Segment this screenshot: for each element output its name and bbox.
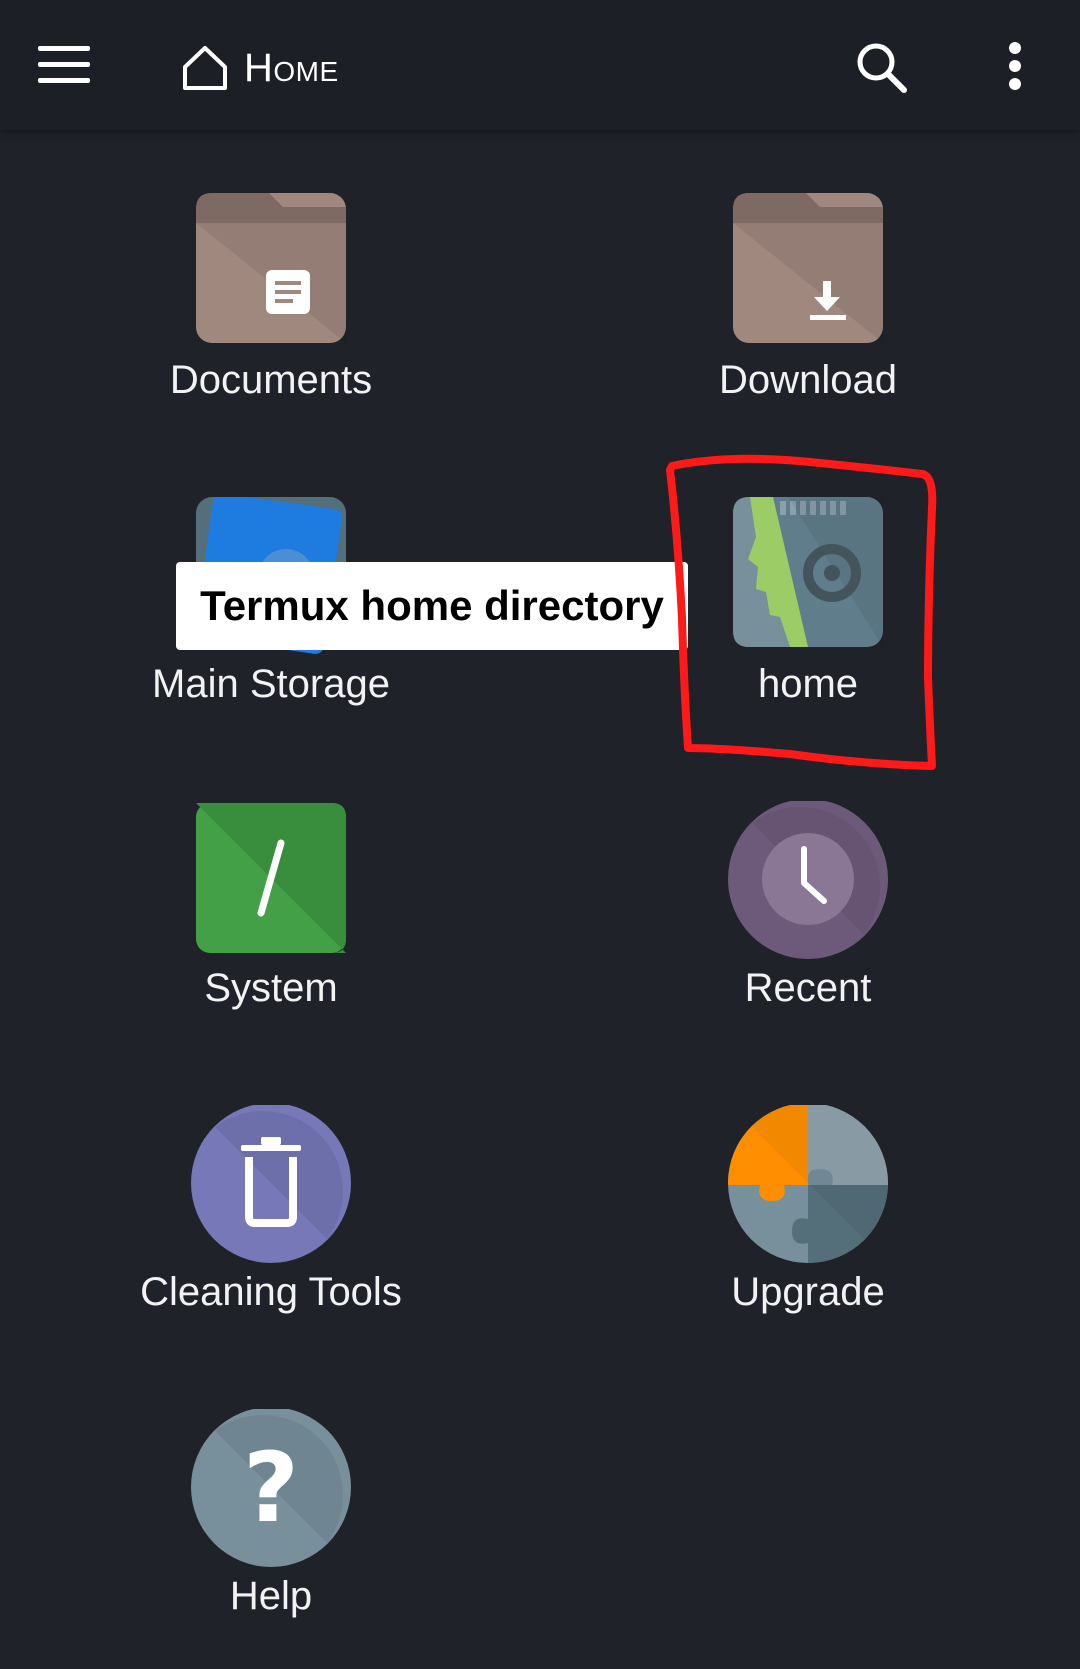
trash-icon xyxy=(191,1105,351,1265)
tile-label: Download xyxy=(719,358,897,402)
tile-documents[interactable]: Documents xyxy=(71,193,471,453)
search-icon[interactable] xyxy=(852,38,912,98)
tile-cleaning-tools[interactable]: Cleaning Tools xyxy=(71,1105,471,1365)
help-question-icon: ? xyxy=(191,1409,351,1569)
hamburger-menu-icon[interactable] xyxy=(34,40,94,90)
tile-label: Upgrade xyxy=(731,1270,885,1314)
tile-download[interactable]: Download xyxy=(608,193,1008,453)
tile-upgrade[interactable]: Upgrade xyxy=(608,1105,1008,1365)
tile-recent[interactable]: Recent xyxy=(608,801,1008,1061)
tile-label: Recent xyxy=(744,966,872,1010)
tile-help[interactable]: ? Help xyxy=(71,1409,471,1669)
system-root-icon xyxy=(191,801,351,961)
tile-label: Documents xyxy=(169,358,373,402)
documents-folder-icon xyxy=(191,193,351,353)
app-bar: Home xyxy=(0,0,1080,130)
page-title: Home xyxy=(180,40,339,96)
svg-text:?: ? xyxy=(243,1432,299,1544)
tile-label: Help xyxy=(229,1574,313,1618)
tile-label: home xyxy=(757,662,859,706)
page-title-text: Home xyxy=(244,45,339,90)
tooltip: Termux home directory xyxy=(176,562,688,650)
download-folder-icon xyxy=(728,193,888,353)
puzzle-icon xyxy=(728,1105,888,1265)
more-vertical-icon[interactable] xyxy=(1000,38,1030,98)
home-outline-icon xyxy=(180,43,230,93)
tile-label: System xyxy=(204,966,338,1010)
tile-label: Cleaning Tools xyxy=(140,1270,402,1314)
sd-card-icon xyxy=(728,497,888,657)
clock-icon xyxy=(728,801,888,961)
tile-system[interactable]: System xyxy=(71,801,471,1061)
tile-label: Main Storage xyxy=(152,662,390,706)
